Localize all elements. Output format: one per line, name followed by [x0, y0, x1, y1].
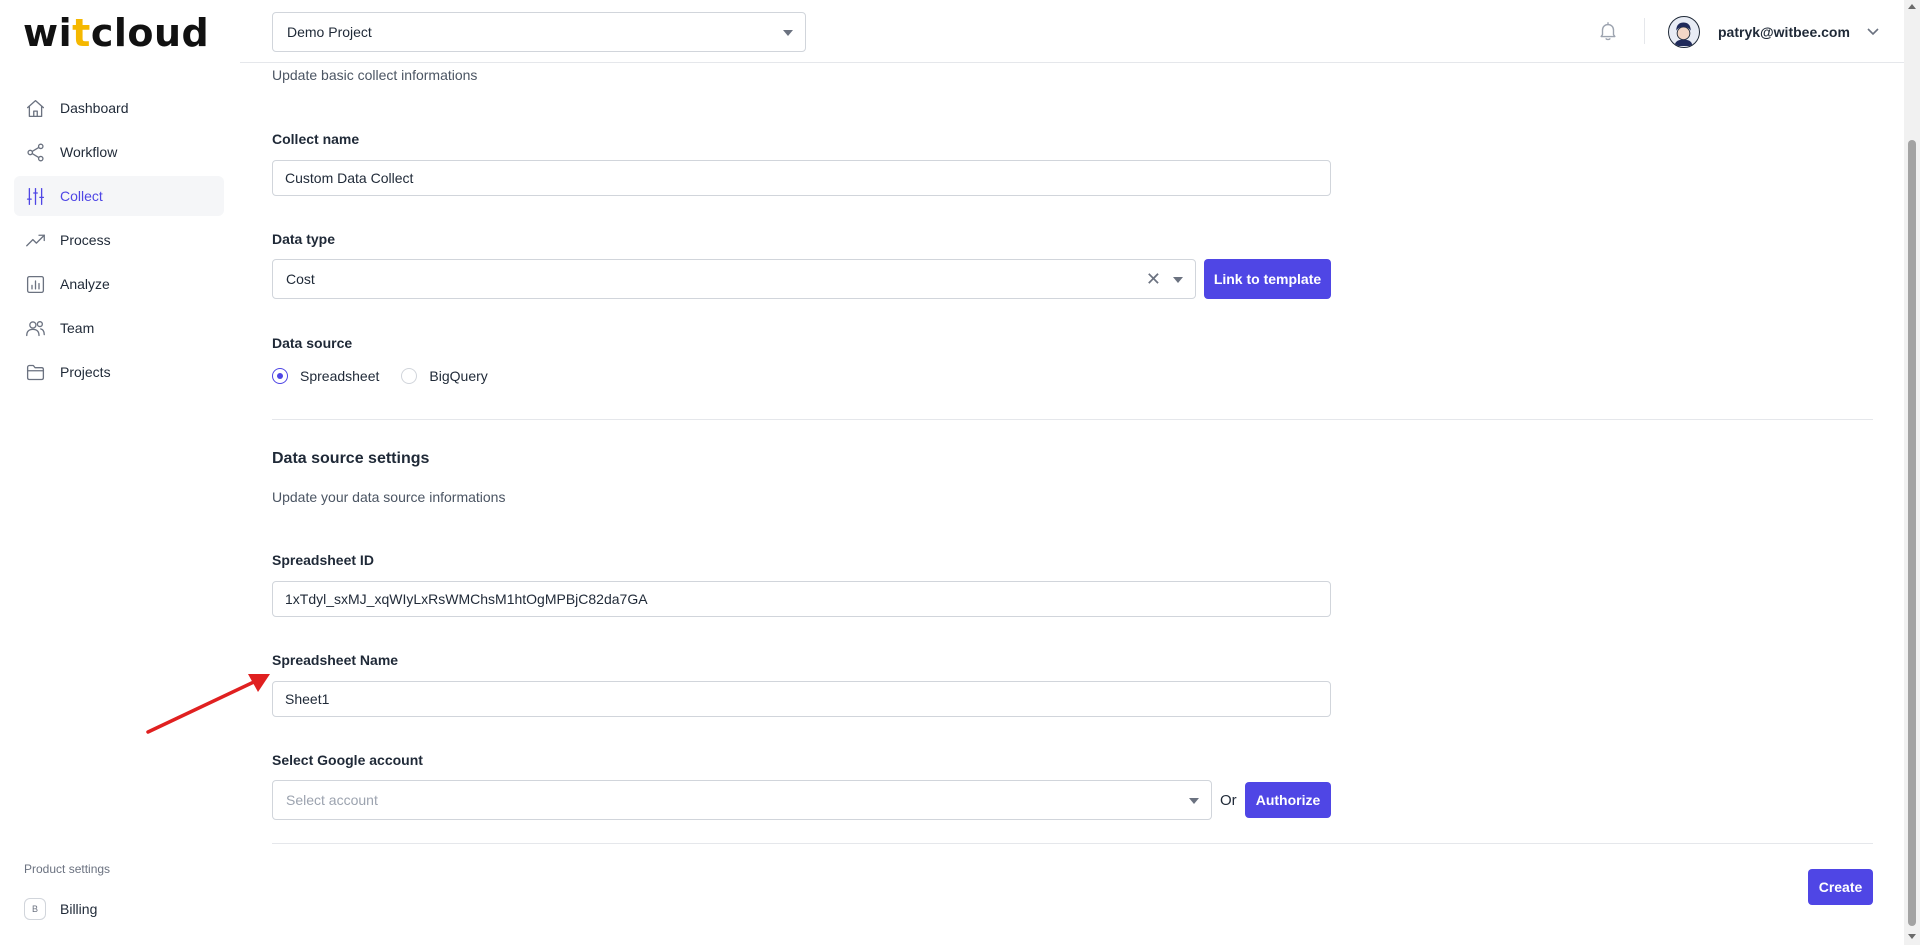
avatar [1668, 16, 1700, 48]
section-divider [272, 419, 1873, 420]
folder-icon [24, 361, 46, 383]
caret-down-icon [1189, 798, 1199, 804]
users-icon [24, 317, 46, 339]
spreadsheet-id-input[interactable] [272, 581, 1331, 617]
page-scrollbar[interactable] [1904, 0, 1920, 945]
scroll-down-icon[interactable] [1908, 934, 1916, 939]
spreadsheet-id-label: Spreadsheet ID [272, 552, 374, 568]
footer-divider [272, 843, 1873, 844]
share-icon [24, 141, 46, 163]
top-header: Demo Project patryk@witbee.com [240, 0, 1904, 63]
sidebar-item-label: Collect [60, 188, 103, 204]
logo-text-accent: t [72, 11, 91, 55]
collect-name-label: Collect name [272, 131, 360, 147]
data-source-label: Data source [272, 335, 353, 351]
caret-down-icon [783, 30, 793, 36]
data-source-settings-title: Data source settings [272, 450, 430, 467]
sidebar-item-billing[interactable]: B Billing [24, 898, 97, 920]
spreadsheet-name-input[interactable] [272, 681, 1331, 717]
trending-up-icon [24, 229, 46, 251]
google-account-select[interactable]: Select account [272, 780, 1212, 820]
sidebar-item-workflow[interactable]: Workflow [14, 132, 224, 172]
scroll-up-icon[interactable] [1908, 4, 1916, 9]
user-email: patryk@witbee.com [1718, 24, 1850, 40]
sidebar-item-projects[interactable]: Projects [14, 352, 224, 392]
collect-name-input[interactable] [272, 160, 1331, 196]
sidebar-item-label: Analyze [60, 276, 110, 292]
sidebar: witcloud Dashboard Workflow Collect Proc… [0, 0, 240, 945]
sidebar-item-analyze[interactable]: Analyze [14, 264, 224, 304]
radio-checked-icon [272, 368, 288, 384]
sidebar-item-collect[interactable]: Collect [14, 176, 224, 216]
clear-icon[interactable]: ✕ [1146, 270, 1161, 288]
collect-form: Update basic collect informations Collec… [272, 63, 1873, 945]
create-button[interactable]: Create [1808, 869, 1873, 905]
bar-chart-icon [24, 273, 46, 295]
data-type-select[interactable]: Cost ✕ [272, 259, 1196, 299]
chevron-down-icon [1866, 24, 1880, 41]
sidebar-item-label: Billing [60, 901, 98, 917]
data-source-settings-subtitle: Update your data source informations [272, 489, 506, 505]
caret-down-icon [1173, 277, 1183, 283]
or-text: Or [1220, 792, 1237, 809]
sidebar-item-label: Process [60, 232, 111, 248]
scrollbar-thumb[interactable] [1908, 140, 1916, 926]
radio-label: BigQuery [429, 368, 488, 384]
billing-badge: B [24, 898, 46, 920]
radio-unchecked-icon [401, 368, 418, 384]
google-account-placeholder: Select account [286, 792, 378, 808]
project-select[interactable]: Demo Project [272, 12, 806, 52]
avatar-illustration-icon [1674, 22, 1693, 46]
sidebar-nav: Dashboard Workflow Collect Process Analy… [14, 88, 224, 396]
google-account-label: Select Google account [272, 752, 423, 768]
data-type-value: Cost [286, 271, 315, 287]
radio-label: Spreadsheet [300, 368, 380, 384]
sidebar-item-process[interactable]: Process [14, 220, 224, 260]
basic-info-subtitle: Update basic collect informations [272, 67, 478, 83]
data-source-radio-group: Spreadsheet BigQuery [272, 368, 510, 384]
sidebar-item-label: Projects [60, 364, 111, 380]
sidebar-item-label: Team [60, 320, 95, 336]
link-to-template-button[interactable]: Link to template [1204, 259, 1331, 299]
product-settings-label: Product settings [24, 862, 111, 876]
sidebar-item-label: Workflow [60, 144, 118, 160]
user-menu[interactable]: patryk@witbee.com [1668, 14, 1880, 50]
radio-spreadsheet[interactable]: Spreadsheet [272, 368, 379, 384]
spreadsheet-name-label: Spreadsheet Name [272, 652, 399, 668]
authorize-button[interactable]: Authorize [1245, 782, 1331, 818]
logo-text-part1: wi [23, 11, 73, 55]
bell-icon[interactable] [1597, 20, 1621, 44]
logo-text-part3: cloud [90, 11, 210, 55]
sidebar-item-dashboard[interactable]: Dashboard [14, 88, 224, 128]
project-select-value: Demo Project [287, 24, 372, 40]
header-divider [1644, 18, 1645, 44]
data-type-label: Data type [272, 231, 336, 247]
sliders-icon [24, 185, 46, 207]
home-icon [24, 97, 46, 119]
witcloud-logo[interactable]: witcloud [23, 10, 209, 56]
radio-bigquery[interactable]: BigQuery [401, 368, 488, 384]
sidebar-item-team[interactable]: Team [14, 308, 224, 348]
sidebar-item-label: Dashboard [60, 100, 129, 116]
